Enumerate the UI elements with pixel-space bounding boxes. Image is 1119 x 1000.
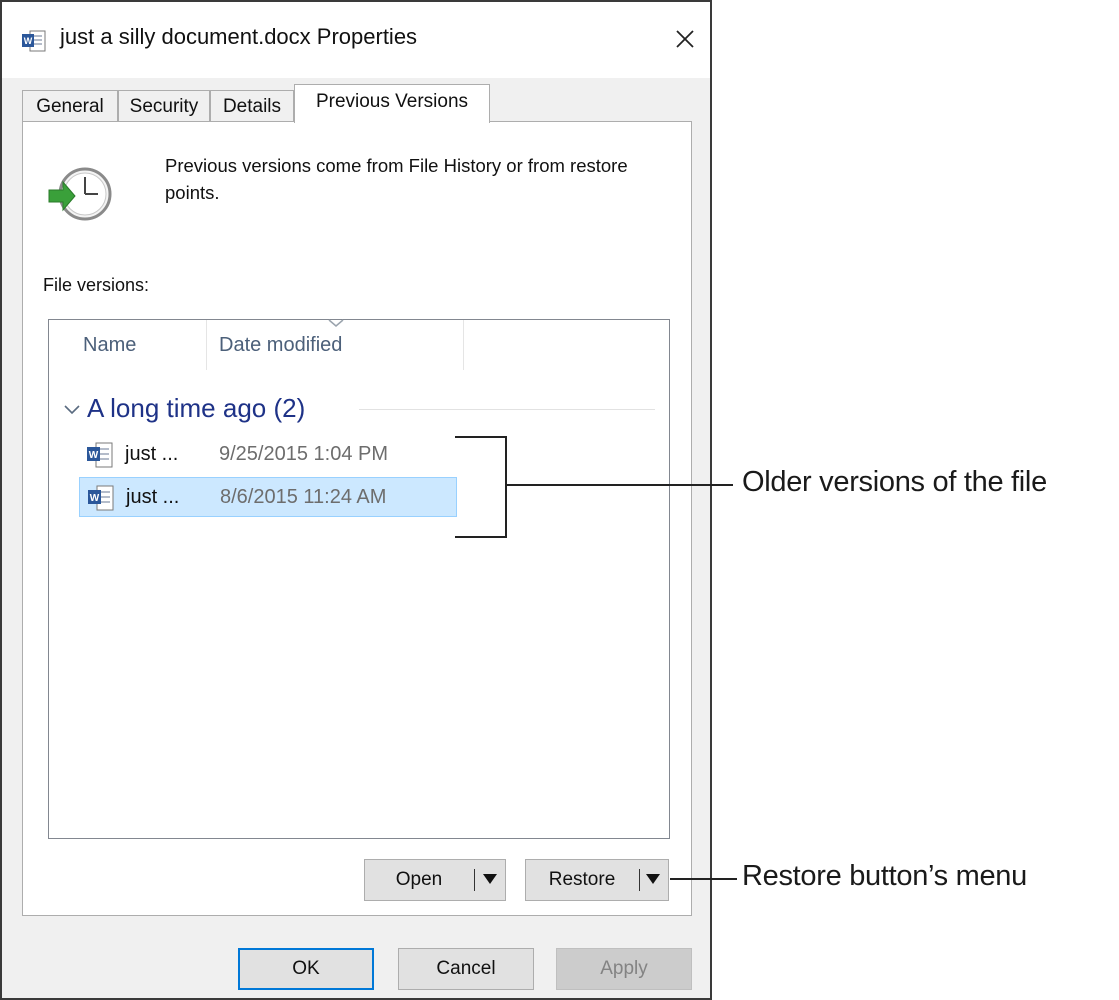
version-row[interactable]: W just ... 9/25/2015 1:04 PM (79, 435, 457, 475)
restore-button[interactable]: Restore (525, 859, 669, 901)
column-separator (206, 320, 207, 370)
tab-details[interactable]: Details (210, 90, 294, 122)
group-header-label: A long time ago (2) (87, 393, 306, 423)
older-versions-leader-line (507, 484, 733, 486)
callout-restore-menu: Restore button’s menu (742, 860, 1027, 892)
previous-versions-panel: Previous versions come from File History… (22, 121, 692, 916)
version-date: 8/6/2015 11:24 AM (220, 486, 387, 508)
file-versions-label: File versions: (43, 275, 150, 295)
word-document-icon: W (22, 30, 46, 52)
restore-menu-leader-line (670, 878, 737, 880)
tab-general[interactable]: General (22, 90, 118, 122)
apply-button[interactable]: Apply (556, 948, 692, 990)
version-row-selected[interactable]: W just ... 8/6/2015 11:24 AM (79, 477, 457, 517)
tab-security[interactable]: Security (118, 90, 210, 122)
column-separator (463, 320, 464, 370)
svg-text:W: W (24, 36, 33, 46)
file-versions-list[interactable]: Name Date modified A long time ago (2) W… (48, 319, 670, 839)
info-text: Previous versions come from File History… (165, 155, 628, 203)
restore-clock-icon (48, 167, 112, 221)
restore-button-label: Restore (548, 869, 616, 890)
svg-text:W: W (89, 450, 99, 461)
group-header[interactable]: A long time ago (2) (63, 388, 305, 428)
open-button-label: Open (395, 869, 443, 890)
window-title: just a silly document.docx Properties (60, 24, 418, 49)
version-name: just ... (125, 443, 179, 465)
callout-older-versions: Older versions of the file (742, 466, 1047, 498)
column-header-name[interactable]: Name (83, 320, 136, 370)
sort-arrow-icon (328, 319, 344, 327)
group-divider (359, 409, 655, 410)
older-versions-bracket (455, 436, 507, 538)
word-document-icon: W (87, 442, 113, 468)
title-bar: W just a silly document.docx Properties (2, 2, 710, 78)
dropdown-arrow-icon[interactable] (483, 874, 497, 884)
split-separator (639, 869, 640, 891)
tab-previous-versions[interactable]: Previous Versions (294, 84, 490, 123)
close-button[interactable] (666, 20, 704, 58)
version-date: 9/25/2015 1:04 PM (219, 443, 389, 465)
word-document-icon: W (88, 485, 114, 511)
svg-text:W: W (90, 493, 100, 504)
column-header-date-modified[interactable]: Date modified (219, 320, 342, 370)
cancel-button[interactable]: Cancel (398, 948, 534, 990)
open-button[interactable]: Open (364, 859, 506, 901)
ok-button[interactable]: OK (238, 948, 374, 990)
properties-dialog: W just a silly document.docx Properties … (0, 0, 712, 1000)
close-icon (676, 30, 694, 48)
split-separator (474, 869, 475, 891)
chevron-down-icon (64, 405, 80, 415)
version-name: just ... (126, 486, 180, 508)
restore-menu-arrow-icon[interactable] (646, 874, 660, 884)
